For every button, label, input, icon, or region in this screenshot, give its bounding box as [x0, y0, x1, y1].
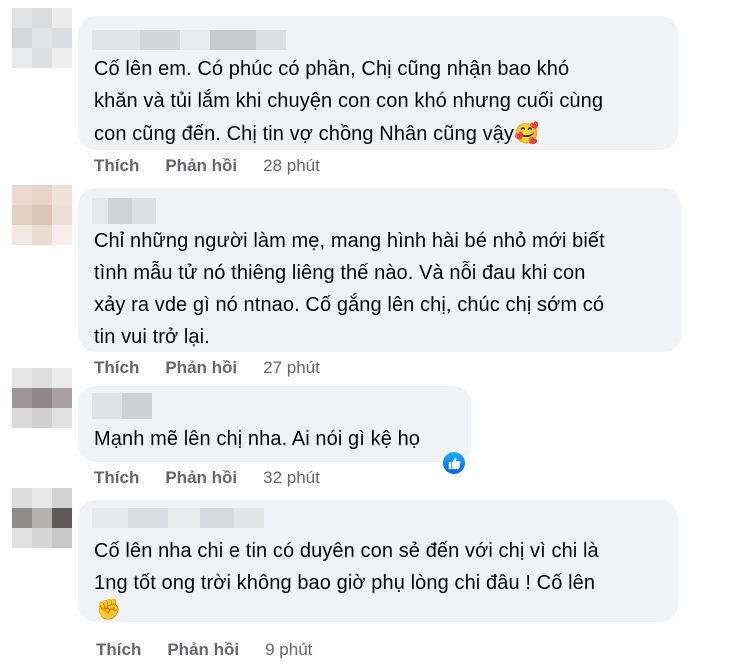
reply-button[interactable]: Phản hồi	[165, 156, 237, 176]
comment-bubble: Cố lên nha chi e tin có duyên con sẻ đến…	[78, 500, 678, 622]
reply-button[interactable]: Phản hồi	[165, 358, 237, 378]
comment-actions: Thích Phản hồi 28 phút	[94, 156, 320, 176]
comment-bubble: Cố lên em. Có phúc có phần, Chị cũng nhậ…	[78, 16, 678, 150]
comment-actions: Thích Phản hồi 32 phút	[94, 468, 320, 488]
timestamp[interactable]: 27 phút	[263, 358, 320, 378]
reaction-count[interactable]	[441, 450, 467, 476]
comment-actions: Thích Phản hồi 9 phút	[96, 640, 312, 660]
commenter-name[interactable]	[92, 508, 264, 528]
timestamp[interactable]: 28 phút	[263, 156, 320, 176]
comment-text: Cố lên nha chi e tin có duyên con sẻ đến…	[94, 540, 599, 594]
avatar[interactable]	[12, 368, 72, 428]
avatar[interactable]	[12, 185, 72, 245]
like-button[interactable]: Thích	[94, 468, 139, 488]
avatar[interactable]	[12, 8, 72, 68]
comment-text: Chỉ những người làm mẹ, mang hình hài bé…	[94, 230, 605, 348]
commenter-name[interactable]	[92, 198, 156, 224]
timestamp[interactable]: 9 phút	[265, 640, 312, 660]
comment-bubble: Mạnh mẽ lên chị nha. Ai nói gì kệ họ	[78, 386, 471, 462]
like-button[interactable]: Thích	[94, 156, 139, 176]
avatar[interactable]	[12, 488, 72, 548]
comment-bubble: Chỉ những người làm mẹ, mang hình hài bé…	[78, 188, 681, 352]
comment-text: Cố lên em. Có phúc có phần, Chị cũng nhậ…	[94, 58, 604, 145]
reply-button[interactable]: Phản hồi	[165, 468, 237, 488]
like-icon	[443, 452, 465, 474]
smiling-face-with-hearts-emoji: 🥰	[514, 121, 540, 145]
reply-button[interactable]: Phản hồi	[167, 640, 239, 660]
comment-actions: Thích Phản hồi 27 phút	[94, 358, 320, 378]
comment-text: Mạnh mẽ lên chị nha. Ai nói gì kệ họ	[94, 428, 421, 450]
timestamp[interactable]: 32 phút	[263, 468, 320, 488]
like-button[interactable]: Thích	[96, 640, 141, 660]
commenter-name[interactable]	[92, 393, 152, 419]
commenter-name[interactable]	[92, 30, 286, 50]
raised-fist-emoji: ✊	[96, 597, 122, 621]
like-button[interactable]: Thích	[94, 358, 139, 378]
